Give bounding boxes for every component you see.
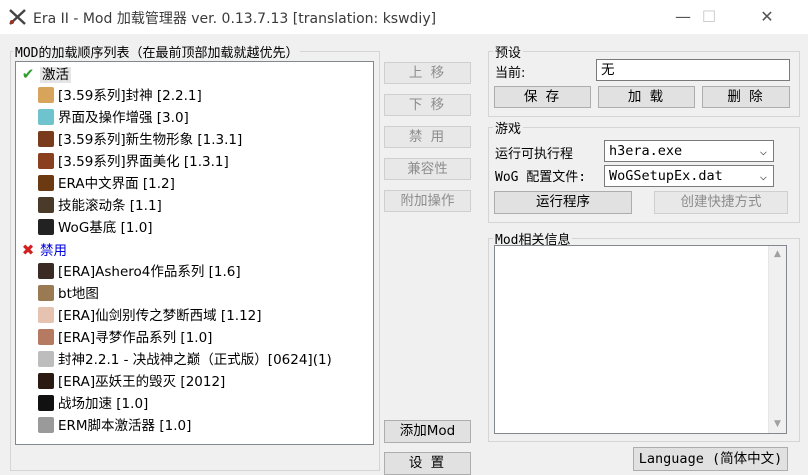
- tree-category-label: 禁用: [40, 243, 67, 259]
- wog-eye-icon: [38, 219, 54, 235]
- tree-category-label: 激活: [40, 67, 71, 83]
- mod-item-label: 界面及操作增强 [3.0]: [58, 110, 189, 126]
- delete-preset-button[interactable]: 删 除: [702, 86, 790, 108]
- exe-label: 运行可执行程: [495, 147, 574, 162]
- mod-item-label: bt地图: [58, 286, 99, 302]
- mod-list-item[interactable]: ERA中文界面 [1.2]: [38, 173, 175, 195]
- mod-list-item[interactable]: [3.59系列]界面美化 [1.3.1]: [38, 151, 229, 173]
- language-button[interactable]: Language (简体中文): [633, 447, 788, 471]
- mod-item-label: 技能滚动条 [1.1]: [58, 198, 162, 214]
- bt-map-icon: [38, 285, 54, 301]
- compatibility-button[interactable]: 兼容性: [384, 158, 471, 180]
- save-preset-button[interactable]: 保 存: [494, 86, 591, 108]
- folder-icon: [38, 351, 54, 367]
- mod-item-label: [3.59系列]封神 [2.2.1]: [58, 88, 202, 104]
- mod-item-label: [ERA]巫妖王的毁灭 [2012]: [58, 374, 226, 390]
- move-up-button[interactable]: 上 移: [384, 62, 471, 84]
- lich-king-icon: [38, 373, 54, 389]
- era-chinese-icon: [38, 175, 54, 191]
- info-scrollbar[interactable]: ▲ ▼: [768, 246, 786, 433]
- exe-select-value: h3era.exe: [609, 143, 683, 159]
- mod-list-item[interactable]: 封神2.2.1 - 决战神之巅（正式版）[0624](1): [38, 349, 332, 371]
- preset-group-title: 预设: [493, 42, 524, 61]
- skill-scroll-icon: [38, 197, 54, 213]
- mod-list-group-title: MOD的加载顺序列表（在最前顶部加载就越优先）: [13, 42, 301, 61]
- xunmeng-icon: [38, 329, 54, 345]
- current-preset-field[interactable]: 无: [596, 59, 790, 81]
- ui-enhance-icon: [38, 109, 54, 125]
- mod-item-label: 封神2.2.1 - 决战神之巅（正式版）[0624](1): [58, 352, 332, 368]
- green-check-icon: ✔: [21, 65, 35, 83]
- mod-list-item[interactable]: 界面及操作增强 [3.0]: [38, 107, 189, 129]
- mod-list-item[interactable]: bt地图: [38, 283, 99, 305]
- xianjian-icon: [38, 307, 54, 323]
- create-shortcut-button[interactable]: 创建快捷方式: [654, 191, 788, 214]
- game-group-title: 游戏: [493, 118, 524, 137]
- creature-portrait-icon: [38, 131, 54, 147]
- mod-item-label: [ERA]Ashero4作品系列 [1.6]: [58, 264, 241, 280]
- mod-list-item[interactable]: [ERA]巫妖王的毁灭 [2012]: [38, 371, 225, 393]
- close-button[interactable]: ✕: [744, 0, 790, 34]
- mod-item-label: 战场加速 [1.0]: [58, 396, 149, 412]
- window-title: Era II - Mod 加载管理器 ver. 0.13.7.13 [trans…: [33, 11, 437, 27]
- mod-item-label: [ERA]仙剑别传之梦断西域 [1.12]: [58, 308, 262, 324]
- mod-list-item[interactable]: [ERA]Ashero4作品系列 [1.6]: [38, 261, 241, 283]
- scroll-down-icon[interactable]: ▼: [769, 416, 786, 433]
- mod-list-item[interactable]: ERM脚本激活器 [1.0]: [38, 415, 191, 437]
- scroll-up-icon[interactable]: ▲: [769, 246, 786, 263]
- chevron-down-icon: ⌵: [759, 144, 767, 158]
- mod-list-item[interactable]: 战场加速 [1.0]: [38, 393, 148, 415]
- tree-category[interactable]: ✖ 禁用: [19, 239, 67, 261]
- run-game-button[interactable]: 运行程序: [494, 191, 632, 214]
- title-bar: Era II - Mod 加载管理器 ver. 0.13.7.13 [trans…: [0, 0, 808, 34]
- add-mod-button[interactable]: 添加Mod: [384, 420, 471, 443]
- crossed-swords-icon: [9, 9, 26, 25]
- current-preset-label: 当前:: [495, 66, 526, 81]
- mod-item-label: ERA中文界面 [1.2]: [58, 176, 175, 192]
- mod-item-label: [ERA]寻梦作品系列 [1.0]: [58, 330, 213, 346]
- running-man-icon: [38, 395, 54, 411]
- mod-item-label: [3.59系列]界面美化 [1.3.1]: [58, 154, 229, 170]
- mod-item-label: [3.59系列]新生物形象 [1.3.1]: [58, 132, 243, 148]
- mod-list-item[interactable]: [ERA]寻梦作品系列 [1.0]: [38, 327, 212, 349]
- move-down-button[interactable]: 下 移: [384, 94, 471, 116]
- config-label: WoG 配置文件:: [495, 170, 587, 185]
- mod-list-item[interactable]: [ERA]仙剑别传之梦断西域 [1.12]: [38, 305, 262, 327]
- exe-select[interactable]: h3era.exe ⌵: [604, 140, 774, 162]
- disable-button[interactable]: 禁 用: [384, 126, 471, 148]
- mod-tree[interactable]: ✔ 激活 [3.59系列]封神 [2.2.1] 界面及操作增强 [3.0] [3.59系…: [15, 61, 374, 445]
- load-preset-button[interactable]: 加 载: [598, 86, 695, 108]
- config-select-value: WoGSetupEx.dat: [609, 168, 723, 184]
- tree-category[interactable]: ✔ 激活: [19, 63, 71, 85]
- chevron-down-icon: ⌵: [759, 169, 767, 183]
- settings-button[interactable]: 设 置: [384, 452, 471, 475]
- mod-list-item[interactable]: [3.59系列]新生物形象 [1.3.1]: [38, 129, 242, 151]
- mod-info-textarea[interactable]: ▲ ▼: [494, 245, 787, 434]
- maximize-button: ☐: [701, 7, 717, 26]
- mod-item-label: ERM脚本激活器 [1.0]: [58, 418, 192, 434]
- red-x-icon: ✖: [21, 241, 35, 259]
- interface-beautify-icon: [38, 153, 54, 169]
- mod-list-item[interactable]: WoG基底 [1.0]: [38, 217, 153, 239]
- mod-list-item[interactable]: [3.59系列]封神 [2.2.1]: [38, 85, 202, 107]
- mod-item-label: WoG基底 [1.0]: [58, 220, 153, 236]
- config-select[interactable]: WoGSetupEx.dat ⌵: [604, 165, 774, 187]
- mod-list-item[interactable]: 技能滚动条 [1.1]: [38, 195, 162, 217]
- extra-ops-button[interactable]: 附加操作: [384, 190, 471, 212]
- gear-icon: [38, 417, 54, 433]
- feng-shen-icon: [38, 87, 54, 103]
- ashero-portrait-icon: [38, 263, 54, 279]
